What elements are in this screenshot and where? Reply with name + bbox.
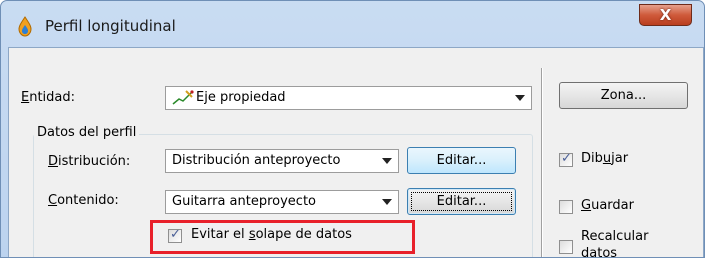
entidad-label: Entidad: [21,90,76,105]
title-bar[interactable]: Perfil longitudinal X [1,1,704,47]
guardar-checkbox[interactable] [559,200,573,214]
dibujar-label: Dibujar [581,151,629,166]
distribucion-label: Distribución: [48,154,131,169]
paint-drop-icon [18,16,32,37]
dibujar-checkbox[interactable]: ✓ [559,151,573,167]
dialog-window: Perfil longitudinal X Entidad: Eje propi… [0,0,705,258]
check-icon: ✓ [561,151,572,166]
vertical-separator [541,68,542,257]
editar-distribucion-label: Editar... [436,153,487,168]
distribucion-value: Distribución anteproyecto [172,153,341,168]
contenido-label: Contenido: [48,193,119,208]
dialog-body: Entidad: Eje propiedad Zona... Datos del… [8,47,704,258]
recalcular-checkbox[interactable] [559,240,573,254]
line-axis-icon [172,90,194,105]
chevron-down-icon [515,95,525,101]
check-icon: ✓ [170,227,181,242]
entidad-select[interactable]: Eje propiedad [165,86,532,110]
contenido-value: Guitarra anteproyecto [172,194,317,209]
entidad-value: Eje propiedad [196,90,286,105]
guardar-label: Guardar [581,198,634,213]
recalcular-label: Recalcular datos [581,229,649,258]
editar-contenido-label: Editar... [436,194,487,209]
evitar-solape-label: Evitar el solape de datos [191,227,352,242]
chevron-down-icon [382,158,392,164]
editar-contenido-button[interactable]: Editar... [407,188,516,215]
close-icon: X [659,6,672,24]
close-button[interactable]: X [639,4,692,26]
evitar-solape-checkbox[interactable]: ✓ [168,227,182,243]
chevron-down-icon [382,199,392,205]
zona-button[interactable]: Zona... [559,82,688,109]
editar-distribucion-button[interactable]: Editar... [407,147,516,174]
zona-button-label: Zona... [600,88,647,103]
contenido-select[interactable]: Guitarra anteproyecto [165,190,399,214]
datos-perfil-title: Datos del perfil [34,125,140,140]
distribucion-select[interactable]: Distribución anteproyecto [165,149,399,173]
window-title: Perfil longitudinal [45,17,176,35]
